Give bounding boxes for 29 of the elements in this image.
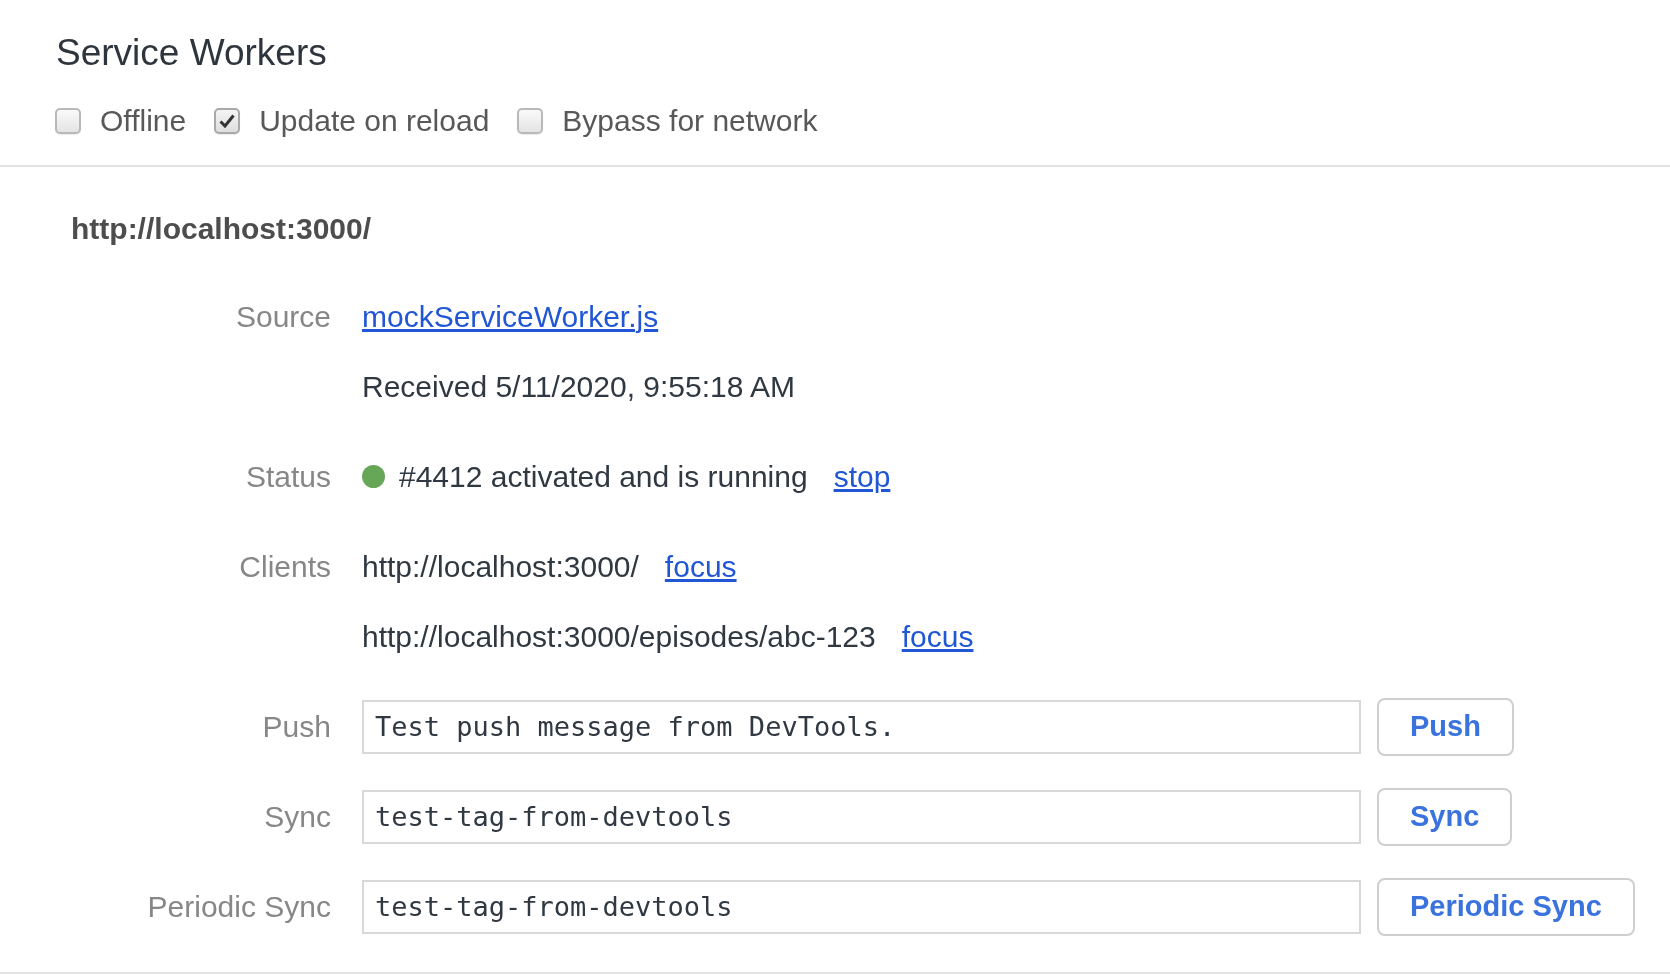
check-icon [219, 114, 236, 128]
action-button[interactable]: Periodic Sync [1377, 877, 1635, 936]
field-label: Status [245, 459, 331, 494]
checkbox-label: Offline [100, 103, 187, 139]
action-button[interactable]: Sync [1377, 787, 1513, 846]
field-label: Source [235, 299, 331, 334]
checkbox-label: Update on reload [259, 103, 490, 139]
field-label: Sync [264, 799, 331, 834]
field-label: Clients [239, 549, 331, 584]
checkbox-label: Bypass for network [562, 103, 818, 139]
input-field[interactable]: Test push message from DevTools. [362, 699, 1361, 754]
scope-url: http://localhost:3000/ [71, 211, 372, 247]
status-text: #4412 activated and is running [399, 459, 808, 494]
stop-link[interactable]: stop [833, 459, 891, 494]
checkbox[interactable] [517, 108, 544, 134]
focus-link[interactable]: focus [901, 619, 974, 654]
checkbox[interactable] [214, 108, 241, 134]
input-field[interactable]: test-tag-from-devtools [362, 789, 1361, 844]
input-field[interactable]: test-tag-from-devtools [362, 879, 1361, 934]
action-button[interactable]: Push [1377, 697, 1514, 756]
field-label: Push [262, 709, 331, 744]
page-title: Service Workers [56, 33, 327, 73]
field-label: Periodic Sync [147, 889, 331, 924]
client-url: http://localhost:3000/ [362, 549, 639, 584]
client-url: http://localhost:3000/episodes/abc-123 [362, 619, 876, 654]
checkbox[interactable] [55, 108, 81, 134]
received-text: Received 5/11/2020, 9:55:18 AM [362, 369, 796, 404]
source-link[interactable]: mockServiceWorker.js [362, 299, 659, 334]
focus-link[interactable]: focus [664, 549, 737, 584]
